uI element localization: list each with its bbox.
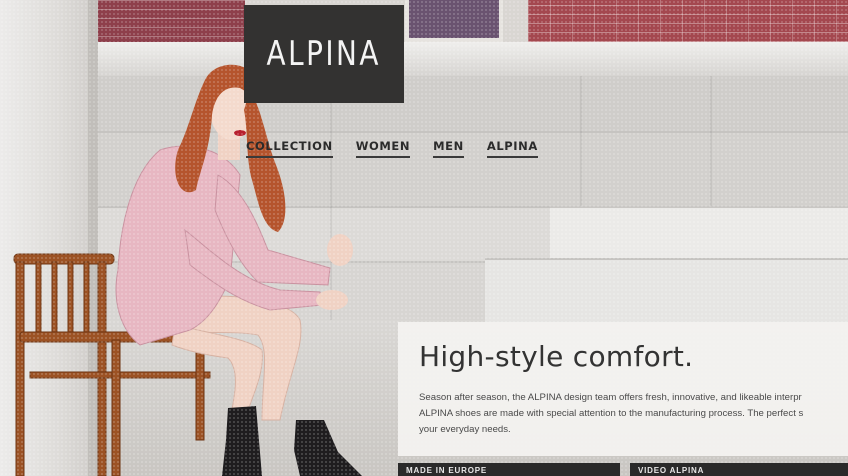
boots <box>222 406 362 476</box>
promo-line-3: your everyday needs. <box>419 424 511 435</box>
promo-line-2: ALPINA shoes are made with special atten… <box>419 408 804 419</box>
tab-video-alpina[interactable]: VIDEO ALPINA <box>630 463 848 476</box>
brick-wall-right <box>528 0 848 42</box>
stone-step-upper <box>550 206 848 260</box>
promo-line-1: Season after season, the ALPINA design t… <box>419 392 802 403</box>
window <box>405 0 503 42</box>
nav-item-men[interactable]: MEN <box>433 139 464 158</box>
stone-step-lower <box>485 258 848 322</box>
brand-logo-text: ALPINA <box>266 34 382 74</box>
brand-logo[interactable]: ALPINA <box>244 5 404 103</box>
promo-panel: High-style comfort. Season after season,… <box>398 322 848 456</box>
nav-item-women[interactable]: WOMEN <box>355 139 411 158</box>
nav-item-alpina[interactable]: ALPINA <box>486 139 538 158</box>
tab-made-in-europe[interactable]: MADE IN EUROPE <box>398 463 620 476</box>
promo-description: Season after season, the ALPINA design t… <box>419 390 848 438</box>
nav-item-collection[interactable]: COLLECTION <box>246 139 333 158</box>
page: ALPINA COLLECTION WOMEN MEN ALPINA High-… <box>0 0 848 476</box>
promo-heading: High-style comfort. <box>419 340 694 373</box>
main-nav: COLLECTION WOMEN MEN ALPINA <box>246 139 538 158</box>
